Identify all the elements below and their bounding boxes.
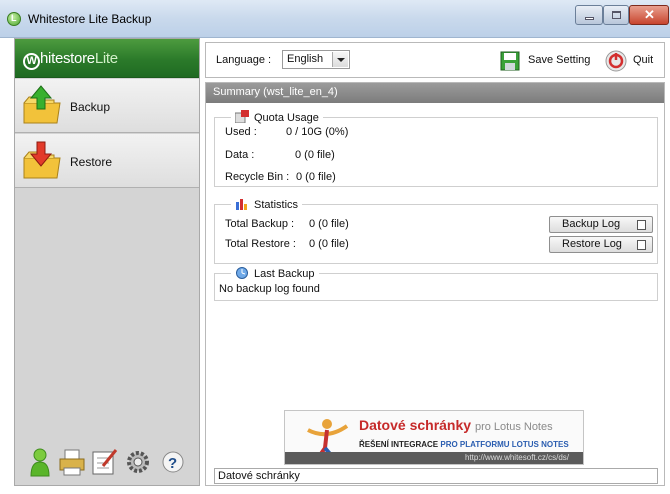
- last-backup-title: Last Backup: [231, 266, 319, 280]
- data-label: Data :: [225, 149, 255, 161]
- bar-chart-icon: [236, 199, 247, 210]
- statistics-label: Statistics: [254, 199, 299, 211]
- statistics-title: Statistics: [231, 197, 303, 211]
- ad-title-suffix: pro Lotus Notes: [474, 421, 553, 433]
- brand-logo: WhitestoreLite: [23, 50, 118, 70]
- quota-usage-label: Quota Usage: [254, 112, 319, 124]
- svg-text:?: ?: [168, 455, 177, 472]
- total-restore-value: 0 (0 file): [309, 238, 349, 250]
- last-backup-message: No backup log found: [219, 283, 320, 295]
- maximize-icon: [612, 11, 621, 19]
- title-bar: Whitestore Lite Backup ✕: [0, 0, 670, 38]
- recycle-bin-label: Recycle Bin :: [225, 171, 290, 183]
- total-restore-label: Total Restore :: [225, 238, 296, 250]
- minimize-button[interactable]: [575, 5, 603, 25]
- close-icon: ✕: [644, 7, 655, 22]
- quota-usage-title: Quota Usage: [231, 110, 323, 124]
- language-label: Language :: [216, 54, 272, 66]
- clock-icon: [236, 267, 248, 279]
- restore-folder-icon: [23, 141, 61, 179]
- close-button[interactable]: ✕: [629, 5, 669, 25]
- brand-name: hitestore: [40, 50, 95, 67]
- language-value: English: [287, 53, 324, 65]
- used-label: Used :: [225, 126, 257, 138]
- summary-header: Summary (wst_lite_en_4): [206, 83, 664, 103]
- last-backup-label: Last Backup: [254, 268, 315, 280]
- used-value: 0 / 10G (0%): [286, 126, 349, 138]
- ad-url[interactable]: http://www.whitesoft.cz/cs/ds/: [285, 452, 583, 464]
- chevron-down-icon[interactable]: [332, 52, 348, 67]
- quit-power-icon[interactable]: [605, 50, 627, 72]
- window-title: Whitestore Lite Backup: [28, 12, 152, 26]
- data-value: 0 (0 file): [295, 149, 335, 161]
- statistics-group: Statistics Total Backup : 0 (0 file) Tot…: [214, 197, 658, 264]
- language-select[interactable]: English: [282, 50, 350, 69]
- notes-icon[interactable]: [89, 446, 119, 478]
- quota-usage-group: Quota Usage Used : 0 / 10G (0%) Data : 0…: [214, 110, 658, 187]
- save-setting-button[interactable]: Save Setting: [528, 54, 590, 66]
- recycle-bin-value: 0 (0 file): [296, 171, 336, 183]
- ad-tagline-a: ŘEŠENÍ INTEGRACE: [359, 440, 439, 449]
- sidebar-item-label: Restore: [70, 155, 113, 169]
- backup-log-label: Backup Log: [562, 218, 621, 230]
- maximize-button[interactable]: [603, 5, 629, 25]
- brand-suffix: Lite: [94, 50, 118, 67]
- sidebar-item-backup[interactable]: Backup: [15, 79, 199, 133]
- top-toolbar: Language : English Save Setting Quit: [205, 42, 665, 78]
- save-disk-icon[interactable]: [500, 51, 520, 71]
- backup-folder-icon: [23, 85, 61, 124]
- status-field: Datové schránky: [214, 468, 658, 484]
- backup-log-button[interactable]: Backup Log: [549, 216, 653, 233]
- document-icon: [637, 240, 646, 250]
- printer-icon[interactable]: [57, 446, 87, 478]
- ad-tagline: ŘEŠENÍ INTEGRACE PRO PLATFORMU LOTUS NOT…: [359, 440, 569, 449]
- ad-title-main: Datové schránky: [359, 417, 472, 433]
- summary-panel: Summary (wst_lite_en_4) Quota Usage Used…: [205, 82, 665, 486]
- quota-icon: [235, 110, 249, 123]
- sidebar-item-restore[interactable]: Restore: [15, 134, 199, 188]
- last-backup-group: Last Backup No backup log found: [214, 266, 658, 301]
- summary-title: Summary (wst_lite_en_4): [213, 86, 338, 98]
- quit-button[interactable]: Quit: [633, 54, 653, 66]
- total-backup-label: Total Backup :: [225, 218, 295, 230]
- status-text: Datové schránky: [218, 470, 300, 482]
- settings-gear-icon[interactable]: [123, 446, 153, 478]
- restore-log-button[interactable]: Restore Log: [549, 236, 653, 253]
- minimize-icon: [585, 17, 594, 20]
- brand-mark: W: [23, 53, 40, 70]
- user-icon[interactable]: [25, 446, 55, 478]
- ad-title: Datové schránky pro Lotus Notes: [359, 417, 553, 433]
- ad-tagline-b: PRO PLATFORMU LOTUS NOTES: [440, 440, 569, 449]
- restore-log-label: Restore Log: [562, 238, 622, 250]
- help-icon[interactable]: ?: [158, 446, 188, 478]
- document-icon: [637, 220, 646, 230]
- app-logo-icon: [7, 12, 21, 26]
- brand-header: WhitestoreLite: [15, 39, 199, 78]
- sidebar: WhitestoreLite Backup Restore ?: [14, 38, 200, 486]
- sidebar-toolbar: ?: [15, 446, 199, 484]
- sidebar-item-label: Backup: [70, 100, 111, 114]
- ad-banner[interactable]: Datové schránky pro Lotus Notes ŘEŠENÍ I…: [284, 410, 584, 465]
- total-backup-value: 0 (0 file): [309, 218, 349, 230]
